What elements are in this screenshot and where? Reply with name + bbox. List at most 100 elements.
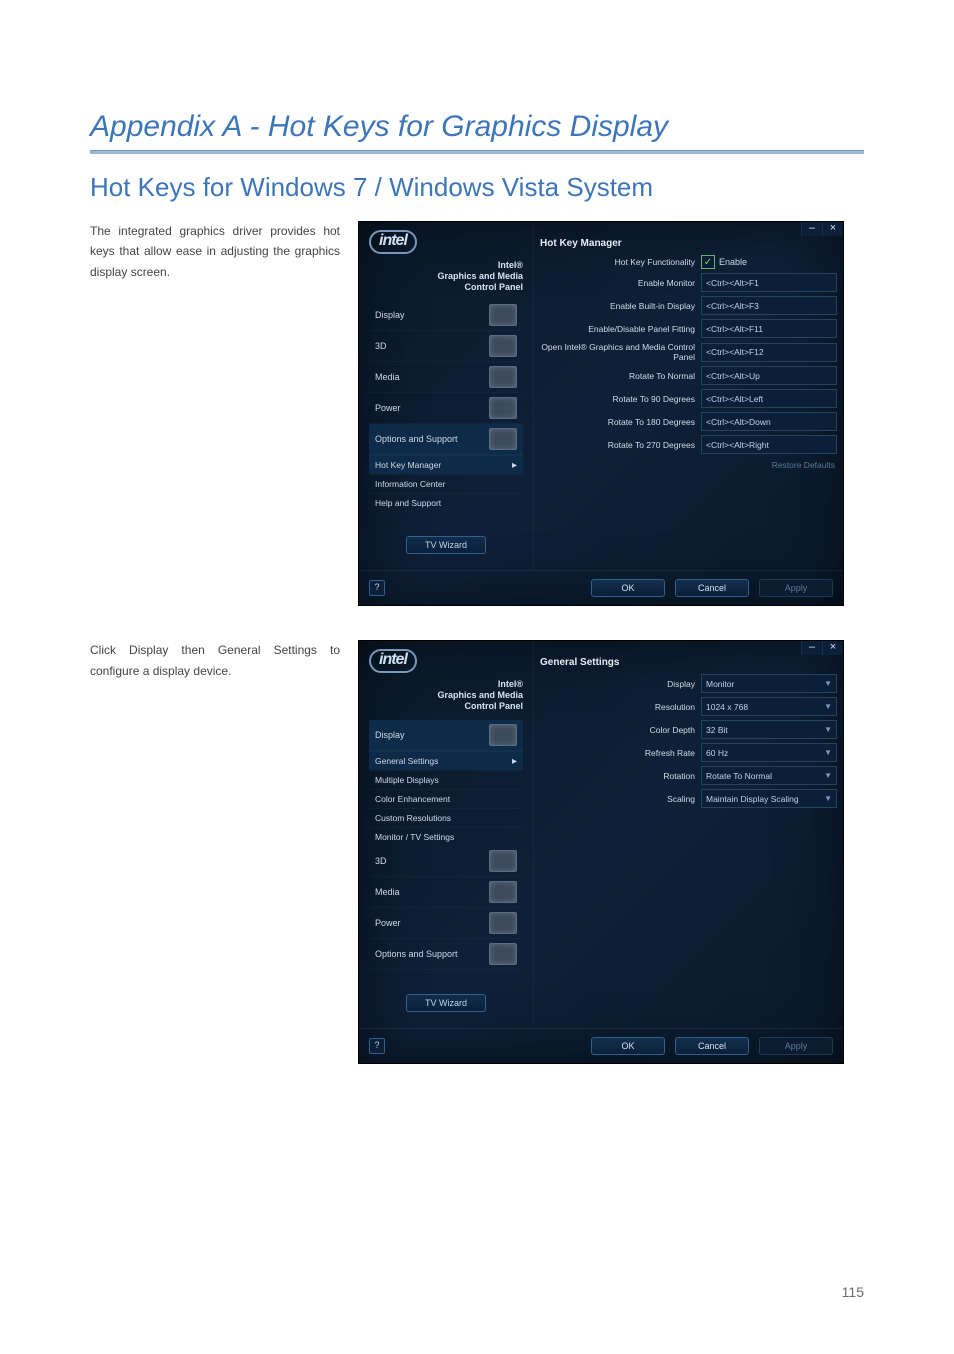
minimize-icon[interactable]: – [801, 222, 822, 236]
page-title: Appendix A - Hot Keys for Graphics Displ… [90, 110, 864, 144]
section-title: Hot Keys for Windows 7 / Windows Vista S… [90, 172, 864, 203]
panel-header: General Settings [540, 657, 837, 668]
hotkey-label: Rotate To Normal [540, 371, 701, 381]
intel-logo: intel [369, 230, 417, 254]
subnav-item[interactable]: Custom Resolutions [369, 808, 523, 827]
hotkey-label: Enable/Disable Panel Fitting [540, 324, 701, 334]
hotkey-input[interactable]: <Ctrl><Alt>Up [701, 366, 837, 385]
setting-label: Color Depth [540, 725, 701, 735]
cancel-button[interactable]: Cancel [675, 1037, 749, 1055]
close-icon[interactable]: × [822, 222, 843, 236]
hotkey-input[interactable]: <Ctrl><Alt>Down [701, 412, 837, 431]
thumb-icon [489, 912, 517, 934]
nav-item[interactable]: Media [369, 877, 523, 908]
panel-header: Hot Key Manager [540, 238, 837, 249]
nav-item[interactable]: 3D [369, 846, 523, 877]
setting-label: Refresh Rate [540, 748, 701, 758]
hotkey-label: Enable Built-in Display [540, 301, 701, 311]
tv-wizard-button[interactable]: TV Wizard [406, 536, 486, 554]
nav-item[interactable]: Display [369, 720, 523, 751]
hotkey-input[interactable]: <Ctrl><Alt>Left [701, 389, 837, 408]
nav-item[interactable]: Power [369, 908, 523, 939]
setting-dropdown[interactable]: Maintain Display Scaling▼ [701, 789, 837, 808]
thumb-icon [489, 304, 517, 326]
nav-item[interactable]: Media [369, 362, 523, 393]
subnav-item[interactable]: Information Center [369, 474, 523, 493]
hotkey-label: Rotate To 90 Degrees [540, 394, 701, 404]
side-nav: Display3DMediaPowerOptions and Support [369, 300, 523, 455]
hotkey-input[interactable]: <Ctrl><Alt>Right [701, 435, 837, 454]
apply-button[interactable]: Apply [759, 579, 833, 597]
cancel-button[interactable]: Cancel [675, 579, 749, 597]
help-icon[interactable]: ? [369, 580, 385, 596]
chevron-down-icon: ▼ [824, 725, 832, 734]
title-rule [90, 150, 864, 154]
panel-brand: Intel® Graphics and Media Control Panel [369, 260, 523, 292]
setting-dropdown[interactable]: Monitor▼ [701, 674, 837, 693]
tv-wizard-button[interactable]: TV Wizard [406, 994, 486, 1012]
setting-label: Scaling [540, 794, 701, 804]
setting-dropdown[interactable]: 60 Hz▼ [701, 743, 837, 762]
chevron-down-icon: ▼ [824, 748, 832, 757]
nav-item[interactable]: Display [369, 300, 523, 331]
chevron-down-icon: ▼ [824, 702, 832, 711]
side-subnav: Hot Key Manager▸Information CenterHelp a… [369, 455, 523, 512]
thumb-icon [489, 724, 517, 746]
thumb-icon [489, 428, 517, 450]
subnav-item[interactable]: General Settings▸ [369, 751, 523, 770]
page-number: 115 [842, 1284, 864, 1300]
chevron-down-icon: ▼ [824, 794, 832, 803]
hotkey-input[interactable]: <Ctrl><Alt>F3 [701, 296, 837, 315]
ok-button[interactable]: OK [591, 1037, 665, 1055]
nav-item[interactable]: Options and Support [369, 424, 523, 455]
hotkey-label: Enable Monitor [540, 278, 701, 288]
enable-label: Enable [719, 257, 747, 267]
apply-button[interactable]: Apply [759, 1037, 833, 1055]
hotkey-input[interactable]: <Ctrl><Alt>F11 [701, 319, 837, 338]
nav-item[interactable]: 3D [369, 331, 523, 362]
paragraph-2: Click Display then General Settings to c… [90, 640, 340, 681]
subnav-item[interactable]: Monitor / TV Settings [369, 827, 523, 846]
side-nav-2: 3DMediaPowerOptions and Support [369, 846, 523, 970]
intel-logo: intel [369, 649, 417, 673]
chevron-right-icon: ▸ [512, 756, 517, 767]
chevron-right-icon: ▸ [512, 460, 517, 471]
help-icon[interactable]: ? [369, 1038, 385, 1054]
thumb-icon [489, 850, 517, 872]
enable-checkbox[interactable]: ✓ [701, 255, 715, 269]
restore-defaults-button[interactable]: Restore Defaults [540, 460, 835, 470]
panel-brand: Intel® Graphics and Media Control Panel [369, 679, 523, 711]
side-nav: Display [369, 720, 523, 751]
setting-dropdown[interactable]: 1024 x 768▼ [701, 697, 837, 716]
subnav-item[interactable]: Color Enhancement [369, 789, 523, 808]
side-subnav: General Settings▸Multiple DisplaysColor … [369, 751, 523, 846]
nav-item[interactable]: Options and Support [369, 939, 523, 970]
close-icon[interactable]: × [822, 641, 843, 655]
hotkey-input[interactable]: <Ctrl><Alt>F12 [701, 343, 837, 362]
hotkey-label: Open Intel® Graphics and Media Control P… [540, 342, 701, 362]
thumb-icon [489, 397, 517, 419]
setting-dropdown[interactable]: 32 Bit▼ [701, 720, 837, 739]
subnav-item[interactable]: Help and Support [369, 493, 523, 512]
control-panel-general: intel Intel® Graphics and Media Control … [358, 640, 844, 1063]
thumb-icon [489, 881, 517, 903]
setting-label: Rotation [540, 771, 701, 781]
chevron-down-icon: ▼ [824, 771, 832, 780]
setting-dropdown[interactable]: Rotate To Normal▼ [701, 766, 837, 785]
subnav-item[interactable]: Hot Key Manager▸ [369, 455, 523, 474]
ok-button[interactable]: OK [591, 579, 665, 597]
hotkey-label: Rotate To 180 Degrees [540, 417, 701, 427]
thumb-icon [489, 366, 517, 388]
paragraph-1: The integrated graphics driver provides … [90, 221, 340, 282]
setting-label: Display [540, 679, 701, 689]
control-panel-hotkey: intel Intel® Graphics and Media Control … [358, 221, 844, 606]
setting-label: Resolution [540, 702, 701, 712]
thumb-icon [489, 335, 517, 357]
nav-item[interactable]: Power [369, 393, 523, 424]
hotkey-input[interactable]: <Ctrl><Alt>F1 [701, 273, 837, 292]
minimize-icon[interactable]: – [801, 641, 822, 655]
subnav-item[interactable]: Multiple Displays [369, 770, 523, 789]
hotkey-label: Rotate To 270 Degrees [540, 440, 701, 450]
chevron-down-icon: ▼ [824, 679, 832, 688]
thumb-icon [489, 943, 517, 965]
